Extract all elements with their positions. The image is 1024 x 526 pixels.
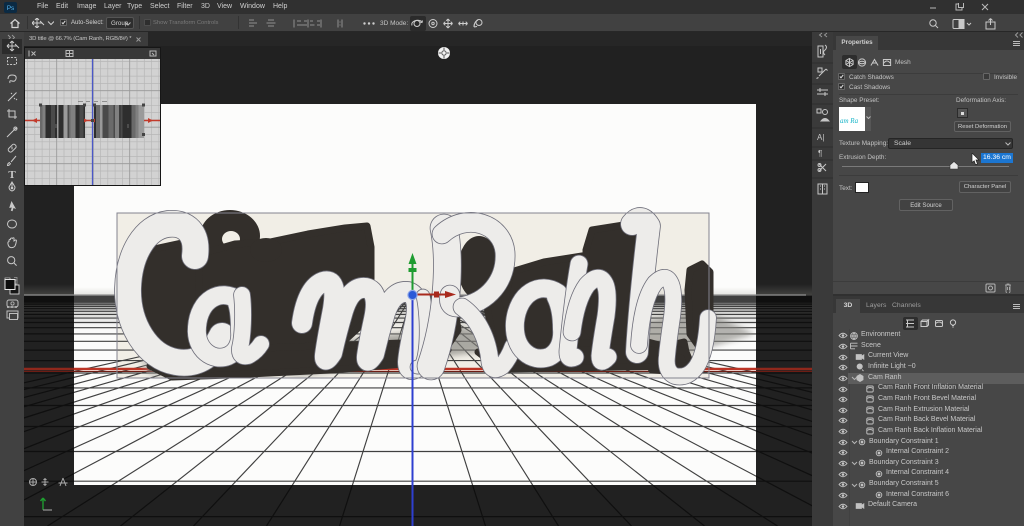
svg-text:A|: A| [817,133,824,142]
svg-text:T: T [8,169,16,181]
svg-text:¶: ¶ [818,149,822,158]
svg-text:Ps: Ps [7,5,15,12]
svg-text:am Ra: am Ra [840,117,859,125]
